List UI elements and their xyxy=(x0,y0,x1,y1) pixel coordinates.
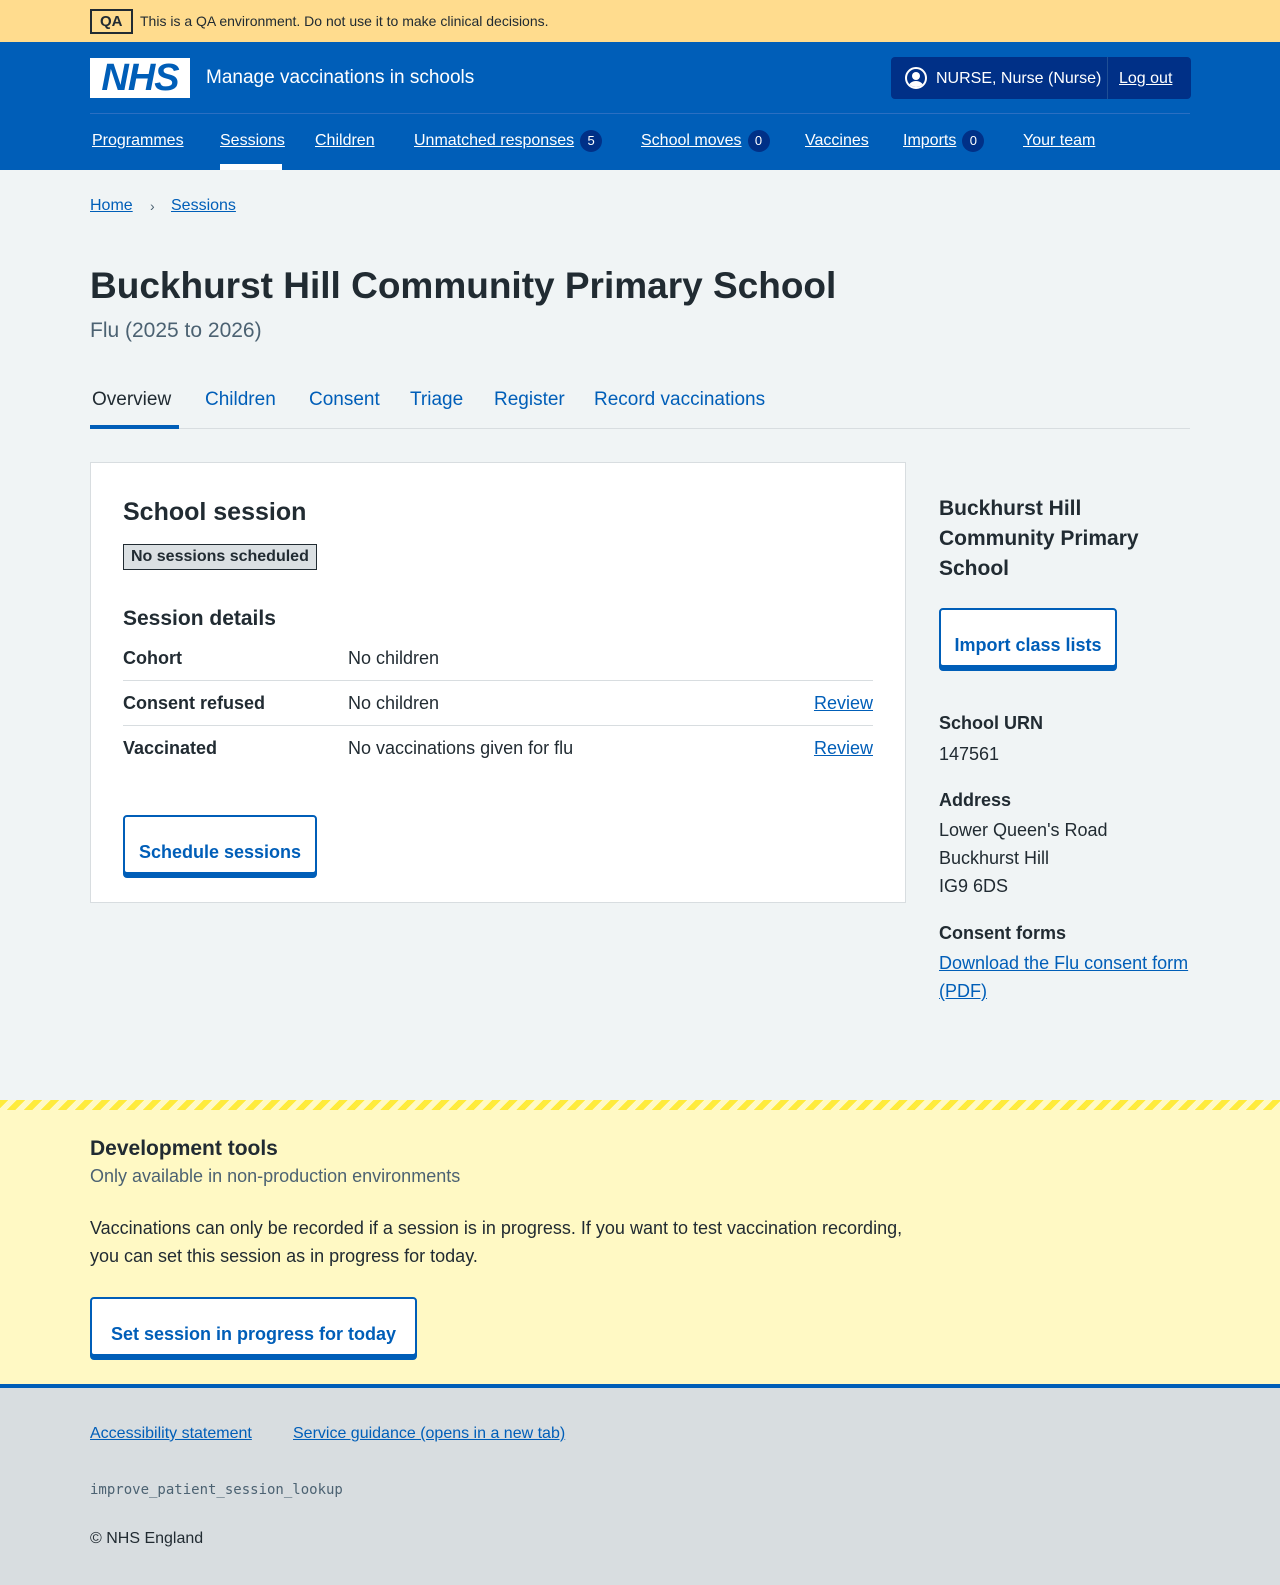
qa-tag: QA xyxy=(90,9,133,34)
count-badge: 0 xyxy=(962,130,985,152)
breadcrumb-home[interactable]: Home xyxy=(90,196,133,216)
nav-label: Vaccines xyxy=(805,132,869,149)
nav-your-team[interactable]: Your team xyxy=(1023,130,1095,152)
nav-vaccines[interactable]: Vaccines xyxy=(805,130,869,152)
tab-children[interactable]: Children xyxy=(205,388,276,412)
summary-value: No children xyxy=(348,693,440,713)
service-name[interactable]: Manage vaccinations in schools xyxy=(206,66,474,90)
site-header: NHS Manage vaccinations in schools NURSE… xyxy=(0,42,1280,170)
nav-school-moves[interactable]: School moves 0 xyxy=(641,130,770,152)
card-title: School session xyxy=(123,498,307,526)
address-line: Buckhurst Hill xyxy=(939,848,1050,868)
import-class-lists-button[interactable]: Import class lists xyxy=(939,608,1117,667)
sidebar-school-name: Buckhurst Hill Community Primary School xyxy=(939,497,1139,580)
session-details-heading: Session details xyxy=(123,607,276,630)
status-badge: No sessions scheduled xyxy=(123,544,317,570)
tab-overview[interactable]: Overview xyxy=(92,388,171,412)
tab-register[interactable]: Register xyxy=(494,388,565,412)
nav-label: Unmatched responses xyxy=(414,132,575,149)
school-session-card: School session No sessions scheduled Ses… xyxy=(90,462,906,903)
nav-imports[interactable]: Imports 0 xyxy=(903,130,985,152)
tab-active-indicator xyxy=(90,425,179,429)
nav-label: Imports xyxy=(903,132,957,149)
summary-row-cohort: Cohort No children xyxy=(123,637,873,681)
review-vaccinated-link[interactable]: Review xyxy=(814,736,873,760)
feature-flag-text: improve_patient_session_lookup xyxy=(90,1482,343,1498)
summary-row-consent-refused: Consent refused No children Review xyxy=(123,682,873,726)
nav-active-indicator xyxy=(220,164,282,170)
breadcrumb-sessions[interactable]: Sessions xyxy=(171,196,236,216)
summary-value: No vaccinations given for flu xyxy=(348,738,574,758)
count-badge: 0 xyxy=(747,130,770,152)
download-consent-form-link[interactable]: Download the Flu consent form (PDF) xyxy=(939,949,1189,1005)
chevron-right-icon: › xyxy=(150,198,155,214)
development-tools-panel: Development tools Only available in non-… xyxy=(0,1100,1280,1384)
account-divider xyxy=(1107,57,1108,99)
summary-key: Consent refused xyxy=(123,693,266,713)
nav-label: Sessions xyxy=(220,132,285,149)
summary-value: No children xyxy=(348,648,440,668)
nav-children[interactable]: Children xyxy=(315,130,375,152)
tabs-divider xyxy=(90,428,1190,429)
nav-label: Children xyxy=(315,132,375,149)
dev-tools-heading: Development tools xyxy=(90,1137,278,1160)
school-urn-value: 147561 xyxy=(939,744,1000,764)
page-caption: Flu (2025 to 2026) xyxy=(90,319,262,342)
site-footer: Accessibility statement Service guidance… xyxy=(0,1388,1280,1585)
header-divider xyxy=(90,113,1190,114)
address-line: IG9 6DS xyxy=(939,876,1009,896)
dev-tools-caption: Only available in non-production environ… xyxy=(90,1166,461,1186)
account-panel: NURSE, Nurse (Nurse) Log out xyxy=(891,57,1191,99)
summary-key: Cohort xyxy=(123,648,182,668)
accessibility-statement-link[interactable]: Accessibility statement xyxy=(90,1424,252,1444)
qa-banner-text: This is a QA environment. Do not use it … xyxy=(140,13,549,29)
address-line: Lower Queen's Road xyxy=(939,820,1108,840)
nav-programmes[interactable]: Programmes xyxy=(92,130,184,152)
page-title: Buckhurst Hill Community Primary School xyxy=(90,265,837,306)
summary-row-vaccinated: Vaccinated No vaccinations given for flu… xyxy=(123,727,873,771)
nav-unmatched-responses[interactable]: Unmatched responses 5 xyxy=(414,130,603,152)
set-session-in-progress-button[interactable]: Set session in progress for today xyxy=(90,1297,417,1356)
copyright-text: © NHS England xyxy=(90,1530,204,1547)
nav-label: School moves xyxy=(641,132,742,149)
nhs-logo[interactable]: NHS xyxy=(90,58,190,98)
schedule-sessions-button[interactable]: Schedule sessions xyxy=(123,815,317,874)
nav-sessions[interactable]: Sessions xyxy=(220,130,285,152)
nav-label: Your team xyxy=(1023,132,1096,149)
qa-environment-banner: QA This is a QA environment. Do not use … xyxy=(0,0,1280,42)
user-icon xyxy=(905,67,927,89)
nav-label: Programmes xyxy=(92,132,184,149)
address-label: Address xyxy=(939,790,1012,810)
warning-stripe xyxy=(0,1100,1280,1110)
school-urn-label: School URN xyxy=(939,713,1044,733)
logout-link[interactable]: Log out xyxy=(1119,69,1172,88)
tab-consent[interactable]: Consent xyxy=(309,388,380,412)
user-name: NURSE, Nurse (Nurse) xyxy=(936,70,1102,87)
tab-record-vaccinations[interactable]: Record vaccinations xyxy=(594,388,765,412)
count-badge: 5 xyxy=(580,130,603,152)
tab-triage[interactable]: Triage xyxy=(410,388,463,412)
service-guidance-link[interactable]: Service guidance (opens in a new tab) xyxy=(293,1424,565,1444)
consent-forms-label: Consent forms xyxy=(939,923,1067,943)
summary-key: Vaccinated xyxy=(123,738,218,758)
dev-tools-description: Vaccinations can only be recorded if a s… xyxy=(90,1218,903,1266)
review-consent-refused-link[interactable]: Review xyxy=(814,691,873,715)
